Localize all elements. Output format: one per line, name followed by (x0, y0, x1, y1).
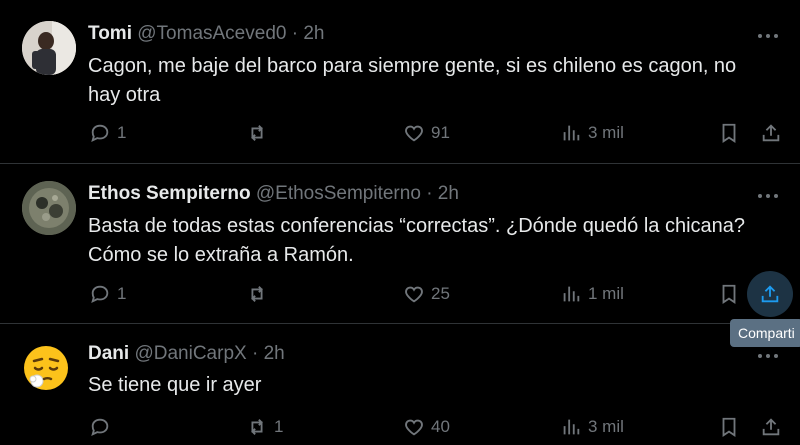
views-chart-icon (563, 419, 580, 435)
like-button[interactable]: 25 (403, 279, 450, 309)
like-button[interactable]: 91 (403, 118, 450, 148)
author-name[interactable]: Ethos Sempiterno (88, 183, 251, 204)
reply-count: 1 (117, 123, 127, 142)
tweet-2[interactable]: Ethos Sempiterno @EthosSempiterno · 2h B… (0, 164, 800, 323)
share-button[interactable] (747, 271, 793, 317)
timestamp[interactable]: 2h (438, 183, 459, 204)
reply-button[interactable] (89, 412, 117, 442)
author-name[interactable]: Tomi (88, 23, 132, 44)
retweet-button[interactable]: 1 (246, 412, 283, 442)
heart-icon (405, 286, 423, 303)
avatar[interactable] (22, 21, 76, 75)
share-button[interactable] (760, 118, 782, 148)
tweet-1[interactable]: Tomi @TomasAceved0 · 2h Cagon, me baje d… (0, 0, 800, 163)
reply-count: 1 (117, 284, 127, 303)
retweet-count: 1 (274, 417, 284, 436)
author-handle[interactable]: @DaniCarpX (134, 343, 246, 364)
author-handle[interactable]: @TomasAceved0 (137, 23, 286, 44)
like-count: 40 (431, 417, 450, 436)
avatar-photo-icon (22, 181, 76, 235)
retweet-button[interactable] (246, 279, 274, 309)
tweet-header: Tomi @TomasAceved0 · 2h (88, 22, 325, 46)
avatar[interactable] (22, 344, 70, 392)
retweet-icon (251, 125, 263, 141)
views-button[interactable]: 3 mil (560, 118, 624, 148)
separator-dot: · (291, 23, 299, 44)
bookmark-icon (722, 417, 736, 437)
share-icon (761, 285, 779, 303)
tweet-text: Se tiene que ir ayer (88, 374, 262, 396)
like-count: 91 (431, 123, 450, 142)
tweet-text: Basta de todas estas conferencias “corre… (88, 215, 746, 266)
bookmark-icon (722, 284, 736, 304)
avatar[interactable] (22, 181, 76, 235)
bookmark-button[interactable] (718, 118, 740, 148)
view-count: 3 mil (588, 123, 624, 142)
author-name[interactable]: Dani (88, 343, 129, 364)
weary-face-emoji-icon (24, 346, 68, 390)
avatar-photo-icon (22, 21, 76, 75)
views-chart-icon (563, 286, 580, 302)
more-options-icon[interactable] (758, 350, 782, 362)
more-options-icon[interactable] (758, 30, 782, 42)
reply-icon (91, 418, 109, 437)
share-tooltip: Comparti (730, 319, 800, 347)
action-bar: 1 40 3 mil (0, 412, 800, 442)
share-icon (762, 418, 780, 436)
separator-dot: · (426, 183, 433, 204)
timestamp[interactable]: 2h (264, 343, 285, 364)
separator-dot: · (251, 343, 259, 364)
timestamp[interactable]: 2h (303, 23, 324, 44)
reply-button[interactable]: 1 (89, 118, 126, 148)
bookmark-button[interactable] (718, 279, 740, 309)
tweet-text: Cagon, me baje del barco para siempre ge… (88, 55, 737, 106)
like-button[interactable]: 40 (403, 412, 450, 442)
action-bar: 1 91 3 mil (0, 118, 800, 148)
tweet-header: Ethos Sempiterno @EthosSempiterno · 2h (88, 182, 459, 206)
more-options-icon[interactable] (758, 190, 782, 202)
tweet-3[interactable]: Dani @DaniCarpX · 2h Se tiene que ir aye… (0, 324, 800, 445)
bookmark-button[interactable] (718, 412, 740, 442)
reply-icon (91, 124, 109, 143)
views-chart-icon (563, 125, 580, 141)
share-icon (762, 124, 780, 142)
reply-icon (91, 285, 109, 304)
reply-button[interactable]: 1 (89, 279, 126, 309)
retweet-icon (251, 286, 263, 302)
views-button[interactable]: 3 mil (560, 412, 624, 442)
author-handle[interactable]: @EthosSempiterno (256, 183, 421, 204)
bookmark-icon (722, 123, 736, 143)
like-count: 25 (431, 284, 450, 303)
retweet-button[interactable] (246, 118, 274, 148)
heart-icon (405, 125, 423, 142)
views-button[interactable]: 1 mil (560, 279, 624, 309)
view-count: 1 mil (588, 284, 624, 303)
action-bar: 1 25 1 mil (0, 279, 800, 309)
retweet-icon (251, 419, 263, 435)
heart-icon (405, 419, 423, 436)
share-button[interactable] (760, 412, 782, 442)
tweet-header: Dani @DaniCarpX · 2h (88, 342, 285, 366)
view-count: 3 mil (588, 417, 624, 436)
